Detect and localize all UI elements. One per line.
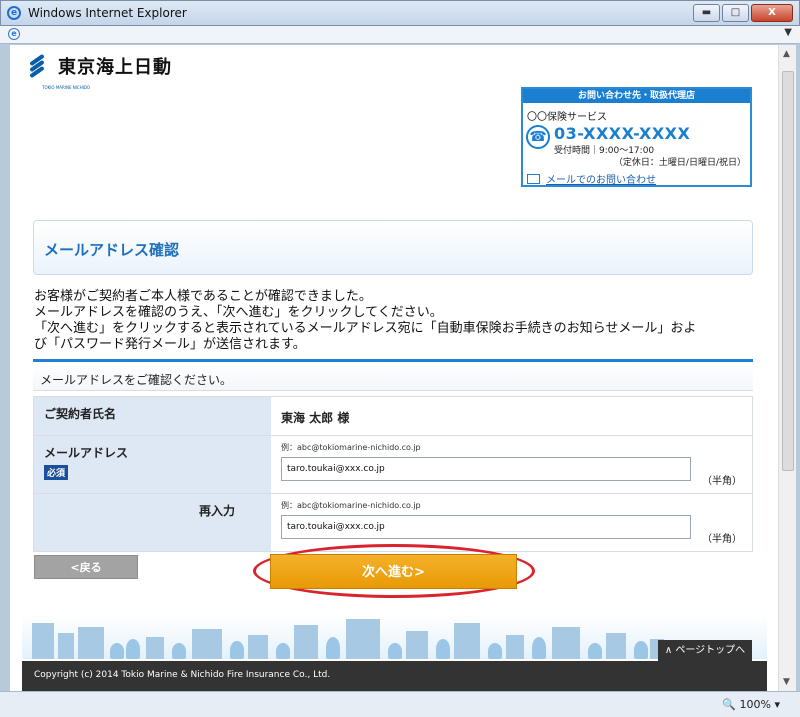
zoom-level[interactable]: 🔍 100% ▾ <box>722 698 780 711</box>
page-top-button[interactable]: ∧ ページトップへ <box>658 640 752 662</box>
email-confirm-form: ご契約者氏名 東海 太郎 様 メールアドレス 必須 例：abc@tokiomar… <box>33 396 753 552</box>
back-button[interactable]: <戻る <box>34 555 138 579</box>
zoom-icon: 🔍 <box>722 698 737 711</box>
next-button[interactable]: 次へ進む> <box>270 554 517 589</box>
email-value-cell: 例：abc@tokiomarine-nichido.co.jp （半角） <box>271 436 752 493</box>
scrollbar-thumb[interactable] <box>782 71 794 471</box>
window-controls: ▬ □ X <box>693 4 793 22</box>
scroll-up-icon[interactable]: ▲ <box>783 49 790 59</box>
confirmation-message: お客様がご契約者ご本人様であることが確認できました。 メールアドレスを確認のうえ… <box>34 289 764 353</box>
mail-inquiry-link[interactable]: メールでのお問い合わせ <box>527 171 656 186</box>
half-width-note: （半角） <box>702 476 742 487</box>
form-divider <box>33 359 753 362</box>
form-instruction-box: メールアドレスをご確認ください。 <box>33 363 753 391</box>
phone-number: 03-XXXX-XXXX <box>554 124 691 143</box>
message-line: お客様がご契約者ご本人様であることが確認できました。 <box>34 289 372 304</box>
form-instruction: メールアドレスをご確認ください。 <box>40 373 233 387</box>
scroll-down-icon[interactable]: ▼ <box>783 677 790 687</box>
mail-icon <box>527 173 540 184</box>
name-label: ご契約者氏名 <box>34 397 271 435</box>
logo-mark-icon <box>26 53 48 79</box>
contact-box: お問い合わせ先・取扱代理店 〇〇保険サービス ☎ 03-XXXX-XXXX 受付… <box>521 87 752 187</box>
email-input[interactable] <box>281 457 691 481</box>
email-label-cell: メールアドレス 必須 <box>34 436 271 493</box>
message-line: び「パスワード発行メール」が送信されます。 <box>34 337 306 352</box>
company-logo[interactable]: 東京海上日動 TOKIO MARINE NICHIDO <box>26 53 172 90</box>
minimize-button[interactable]: ▬ <box>693 4 720 22</box>
agency-name: 〇〇保険サービス <box>527 112 607 123</box>
close-button[interactable]: X <box>751 4 793 22</box>
half-width-note: （半角） <box>702 534 742 545</box>
browser-statusbar: 🔍 100% ▾ <box>0 691 800 717</box>
email-confirm-value-cell: 例：abc@tokiomarine-nichido.co.jp （半角） <box>271 494 752 551</box>
form-row-email: メールアドレス 必須 例：abc@tokiomarine-nichido.co.… <box>33 435 753 493</box>
email-example: 例：abc@tokiomarine-nichido.co.jp <box>281 443 421 452</box>
copyright-text: Copyright (c) 2014 Tokio Marine & Nichid… <box>34 670 331 680</box>
form-row-name: ご契約者氏名 東海 太郎 様 <box>33 396 753 435</box>
page-viewport: 東京海上日動 TOKIO MARINE NICHIDO お問い合わせ先・取扱代理… <box>10 45 778 691</box>
phone-icon: ☎ <box>526 125 550 149</box>
required-badge: 必須 <box>44 465 69 480</box>
mail-inquiry-label: メールでのお問い合わせ <box>546 175 656 186</box>
message-line: メールアドレスを確認のうえ、「次へ進む」をクリックしてください。 <box>34 305 443 320</box>
contact-heading: お問い合わせ先・取扱代理店 <box>523 89 750 103</box>
chevron-down-icon[interactable]: ▼ <box>784 27 792 38</box>
message-line: 「次へ進む」をクリックすると表示されているメールアドレス宛に「自動車保険お手続き… <box>34 321 697 336</box>
page-favicon-icon: e <box>8 28 20 40</box>
internet-explorer-icon: e <box>7 6 21 20</box>
page-title: メールアドレス確認 <box>44 241 180 259</box>
city-skyline-decoration <box>22 615 767 659</box>
email-label: メールアドレス <box>44 446 129 460</box>
reenter-label: 再入力 <box>198 504 235 518</box>
reenter-label-cell: 再入力 <box>34 494 271 551</box>
page-footer: Copyright (c) 2014 Tokio Marine & Nichid… <box>22 661 767 691</box>
maximize-button[interactable]: □ <box>722 4 749 22</box>
name-value: 東海 太郎 様 <box>281 411 350 425</box>
chevron-down-icon: ▾ <box>774 698 780 711</box>
window-titlebar: e Windows Internet Explorer ▬ □ X <box>0 0 800 26</box>
page-heading-box: メールアドレス確認 <box>33 220 753 275</box>
holidays: （定休日：土曜日/日曜日/祝日） <box>613 158 746 168</box>
email-confirm-example: 例：abc@tokiomarine-nichido.co.jp <box>281 501 421 510</box>
vertical-scrollbar[interactable]: ▲ ▼ <box>778 45 796 691</box>
zoom-value: 100% <box>739 698 771 711</box>
logo-text: 東京海上日動 <box>58 57 172 78</box>
logo-subtext: TOKIO MARINE NICHIDO <box>42 85 91 90</box>
email-confirm-input[interactable] <box>281 515 691 539</box>
window-title: Windows Internet Explorer <box>28 6 187 20</box>
browser-tab-strip: e ▼ <box>0 26 800 44</box>
name-value-cell: 東海 太郎 様 <box>271 397 752 435</box>
